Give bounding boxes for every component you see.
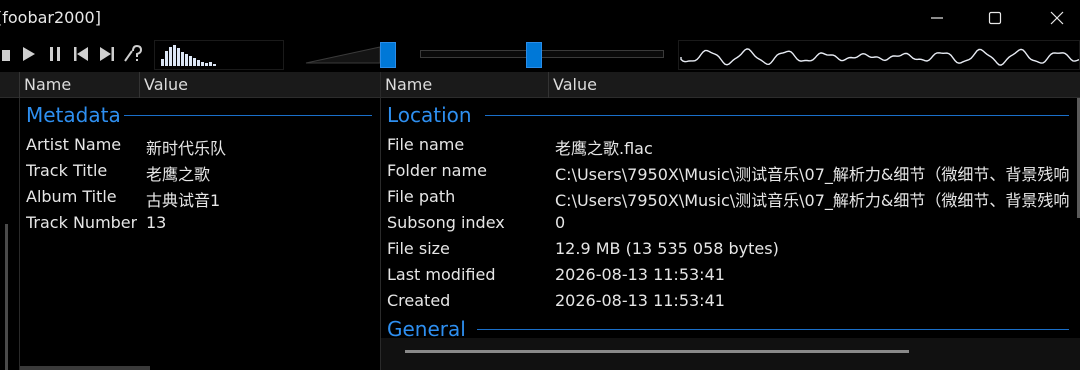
next-button[interactable] (98, 44, 116, 64)
row-value: 2026-08-13 11:53:41 (555, 265, 725, 284)
random-button[interactable] (124, 44, 142, 64)
row-name: File name (387, 135, 465, 154)
row-value: 古典试音1 (146, 191, 221, 210)
column-name[interactable]: Name (20, 72, 140, 98)
seek-bar[interactable] (416, 40, 668, 70)
pause-button[interactable] (46, 44, 64, 64)
group-metadata: Metadata (26, 103, 121, 127)
header-spacer (0, 72, 20, 98)
left-hscroll-thumb[interactable] (20, 366, 150, 370)
volume-thumb[interactable] (380, 42, 396, 68)
spectrum-bar (165, 51, 168, 66)
row-name: Track Title (26, 161, 108, 180)
spectrum-bar (189, 56, 192, 66)
spectrum-bar (213, 64, 216, 66)
play-button[interactable] (20, 44, 38, 64)
maximize-button[interactable] (964, 0, 1026, 36)
spectrum-bar (201, 62, 204, 66)
row-name: Created (387, 291, 451, 310)
row-name: File size (387, 239, 450, 258)
row-name: File path (387, 187, 456, 206)
previous-icon (74, 47, 88, 61)
title-bar: [foobar2000] (0, 0, 1080, 36)
row-value: 12.9 MB (13 535 058 bytes) (555, 239, 779, 258)
spectrum-bar (173, 45, 176, 66)
spectrum-bar (169, 47, 172, 66)
close-icon (1050, 11, 1064, 25)
spectrum-visualizer (154, 40, 284, 70)
oscilloscope-visualizer (678, 40, 1080, 70)
row-value: 13 (146, 213, 167, 232)
row-name: Last modified (387, 265, 496, 284)
column-value[interactable]: Value (140, 72, 380, 98)
metadata-panel: Name Value Metadata Artist Name 新时代乐队 Tr… (0, 72, 380, 370)
column-header: Name Value (0, 72, 380, 98)
spectrum-bar (197, 60, 200, 66)
row-name: Artist Name (26, 135, 122, 154)
seek-thumb[interactable] (526, 42, 543, 68)
stop-button[interactable] (0, 44, 18, 64)
row-name: Track Number (26, 213, 138, 232)
column-name[interactable]: Name (381, 72, 549, 98)
group-location: Location (387, 103, 472, 127)
play-icon (23, 47, 35, 61)
previous-button[interactable] (72, 44, 90, 64)
column-value[interactable]: Value (549, 72, 1080, 98)
horizontal-scrollbar-thumb[interactable] (405, 350, 909, 353)
window-title: [foobar2000] (0, 8, 101, 27)
random-icon (124, 45, 142, 62)
minimize-button[interactable] (906, 0, 968, 36)
spectrum-bar (205, 63, 208, 66)
spectrum-bar (177, 48, 180, 66)
row-value: C:\Users\7950X\Music\测试音乐\07_解析力&细节（微细节、… (555, 191, 1069, 210)
row-value: 新时代乐队 (146, 139, 227, 158)
gutter-divider (19, 98, 20, 370)
next-icon (100, 47, 114, 61)
row-value: 2026-08-13 11:53:41 (555, 291, 725, 310)
spectrum-bar (209, 62, 212, 66)
waveform-line (680, 48, 1079, 66)
row-value: 0 (555, 213, 566, 232)
stop-icon (2, 50, 10, 61)
minimize-icon (931, 17, 943, 19)
spectrum-bar (181, 52, 184, 66)
left-scrollbar-thumb[interactable] (5, 224, 8, 370)
properties-panel: Name Value Location File name 老鹰之歌.flac … (380, 72, 1080, 370)
spectrum-bar (161, 59, 164, 66)
group-divider (485, 115, 1069, 116)
row-name: Subsong index (387, 213, 505, 232)
column-header: Name Value (381, 72, 1080, 98)
pause-icon (50, 47, 60, 61)
group-divider (477, 329, 1069, 330)
spectrum-bar (193, 58, 196, 66)
waveform (680, 48, 1079, 66)
spectrum-bar (185, 54, 188, 66)
group-divider (124, 115, 372, 116)
volume-slider[interactable] (300, 40, 410, 70)
row-name: Album Title (26, 187, 117, 206)
close-button[interactable] (1026, 0, 1080, 36)
row-value: 老鹰之歌 (146, 165, 211, 184)
maximize-icon (988, 11, 1002, 25)
row-name: Folder name (387, 161, 487, 180)
row-value: C:\Users\7950X\Music\测试音乐\07_解析力&细节（微细节、… (555, 165, 1069, 184)
horizontal-scrollbar[interactable] (381, 338, 1080, 370)
row-value: 老鹰之歌.flac (555, 139, 653, 158)
